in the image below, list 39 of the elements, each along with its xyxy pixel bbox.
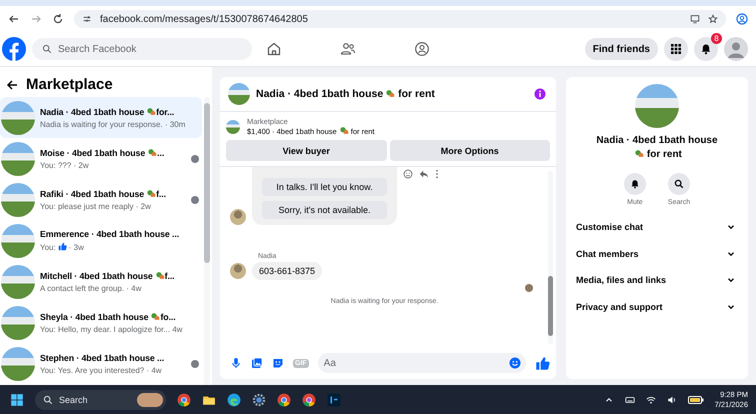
conversation-title: Sheyla · 4bed 1bath house fo... — [40, 312, 177, 322]
conversation-preview: Nadia is waiting for your response. · 30m — [40, 120, 186, 128]
quick-reply-button[interactable]: In talks. I'll let you know. — [262, 178, 387, 196]
conversation-title: Mitchell · 4bed 1bath house f... — [40, 270, 176, 280]
conversation-preview: You: · 3w — [40, 242, 85, 252]
conversation-item[interactable]: Moise · 4bed 1bath house ... You: ??? · 2w — [0, 138, 202, 179]
conversation-preview: You: Yes. Are you interested? · 4w — [40, 366, 163, 374]
search-field[interactable]: Search Facebook — [32, 38, 252, 60]
taskbar-search-field[interactable]: Search — [35, 390, 166, 410]
conversation-item[interactable]: Stephen · 4bed 1bath house ... You: Yes. Are you interested? · 4w — [0, 343, 202, 384]
quick-reply-button[interactable]: Sorry, it's not available. — [262, 201, 387, 219]
details-section-row[interactable]: Chat members — [566, 240, 748, 267]
details-section-row[interactable]: Media, files and links — [566, 267, 748, 294]
conversation-preview: You: please just me reaply · 2w — [40, 202, 152, 210]
message-bubble: 603-661-8375 — [252, 262, 322, 280]
conversation-item[interactable]: Sheyla · 4bed 1bath house fo... You: Hello, my dear. I apologize for... 4w — [0, 302, 202, 343]
conversation-item[interactable]: Rafiki · 4bed 1bath house f... You: please just me reaply · 2w — [0, 179, 202, 220]
conversation-item[interactable]: Emmerence · 4bed 1bath house ... You: · 3w — [0, 220, 202, 261]
conversation-item[interactable]: Nadia · 4bed 1bath house for... Nadia is waiting for your response. · 30m — [0, 97, 202, 138]
conversation-title: Nadia · 4bed 1bath house for... — [40, 106, 176, 116]
listing-action-button[interactable]: View buyer — [226, 140, 386, 161]
chat-title: Nadia · 4bed 1bath house for rent — [256, 88, 435, 100]
find-friends-button[interactable]: Find friends — [584, 38, 658, 60]
details-section-row[interactable]: Customise chat — [566, 214, 748, 240]
notification-count: 8 — [711, 33, 722, 44]
details-section-row[interactable]: Privacy and support — [566, 294, 748, 320]
conversation-title: Rafiki · 4bed 1bath house f... — [40, 188, 167, 198]
listing-action-button[interactable]: More Options — [390, 140, 550, 161]
chat-name: Nadia · 4bed 1bath house for rent — [595, 134, 719, 161]
conversation-preview: You: Hello, my dear. I apologize for... 4w — [40, 324, 184, 334]
address-bar[interactable]: facebook.com/messages/t/1530078674642805 — [74, 10, 726, 28]
conversation-preview: A contact left the group. · 4w — [40, 284, 142, 292]
message-field[interactable]: Aa — [318, 353, 526, 373]
conversation-title: Stephen · 4bed 1bath house ... — [40, 352, 166, 362]
conversation-title: Moise · 4bed 1bath house ... — [40, 148, 166, 158]
conversation-title: Emmerence · 4bed 1bath house ... — [40, 229, 180, 239]
conversation-preview: You: ??? · 2w — [40, 160, 90, 170]
marketplace-title: Marketplace — [26, 76, 113, 93]
conversation-item[interactable]: Mitchell · 4bed 1bath house f... A contact left the group. · 4w — [0, 261, 202, 302]
